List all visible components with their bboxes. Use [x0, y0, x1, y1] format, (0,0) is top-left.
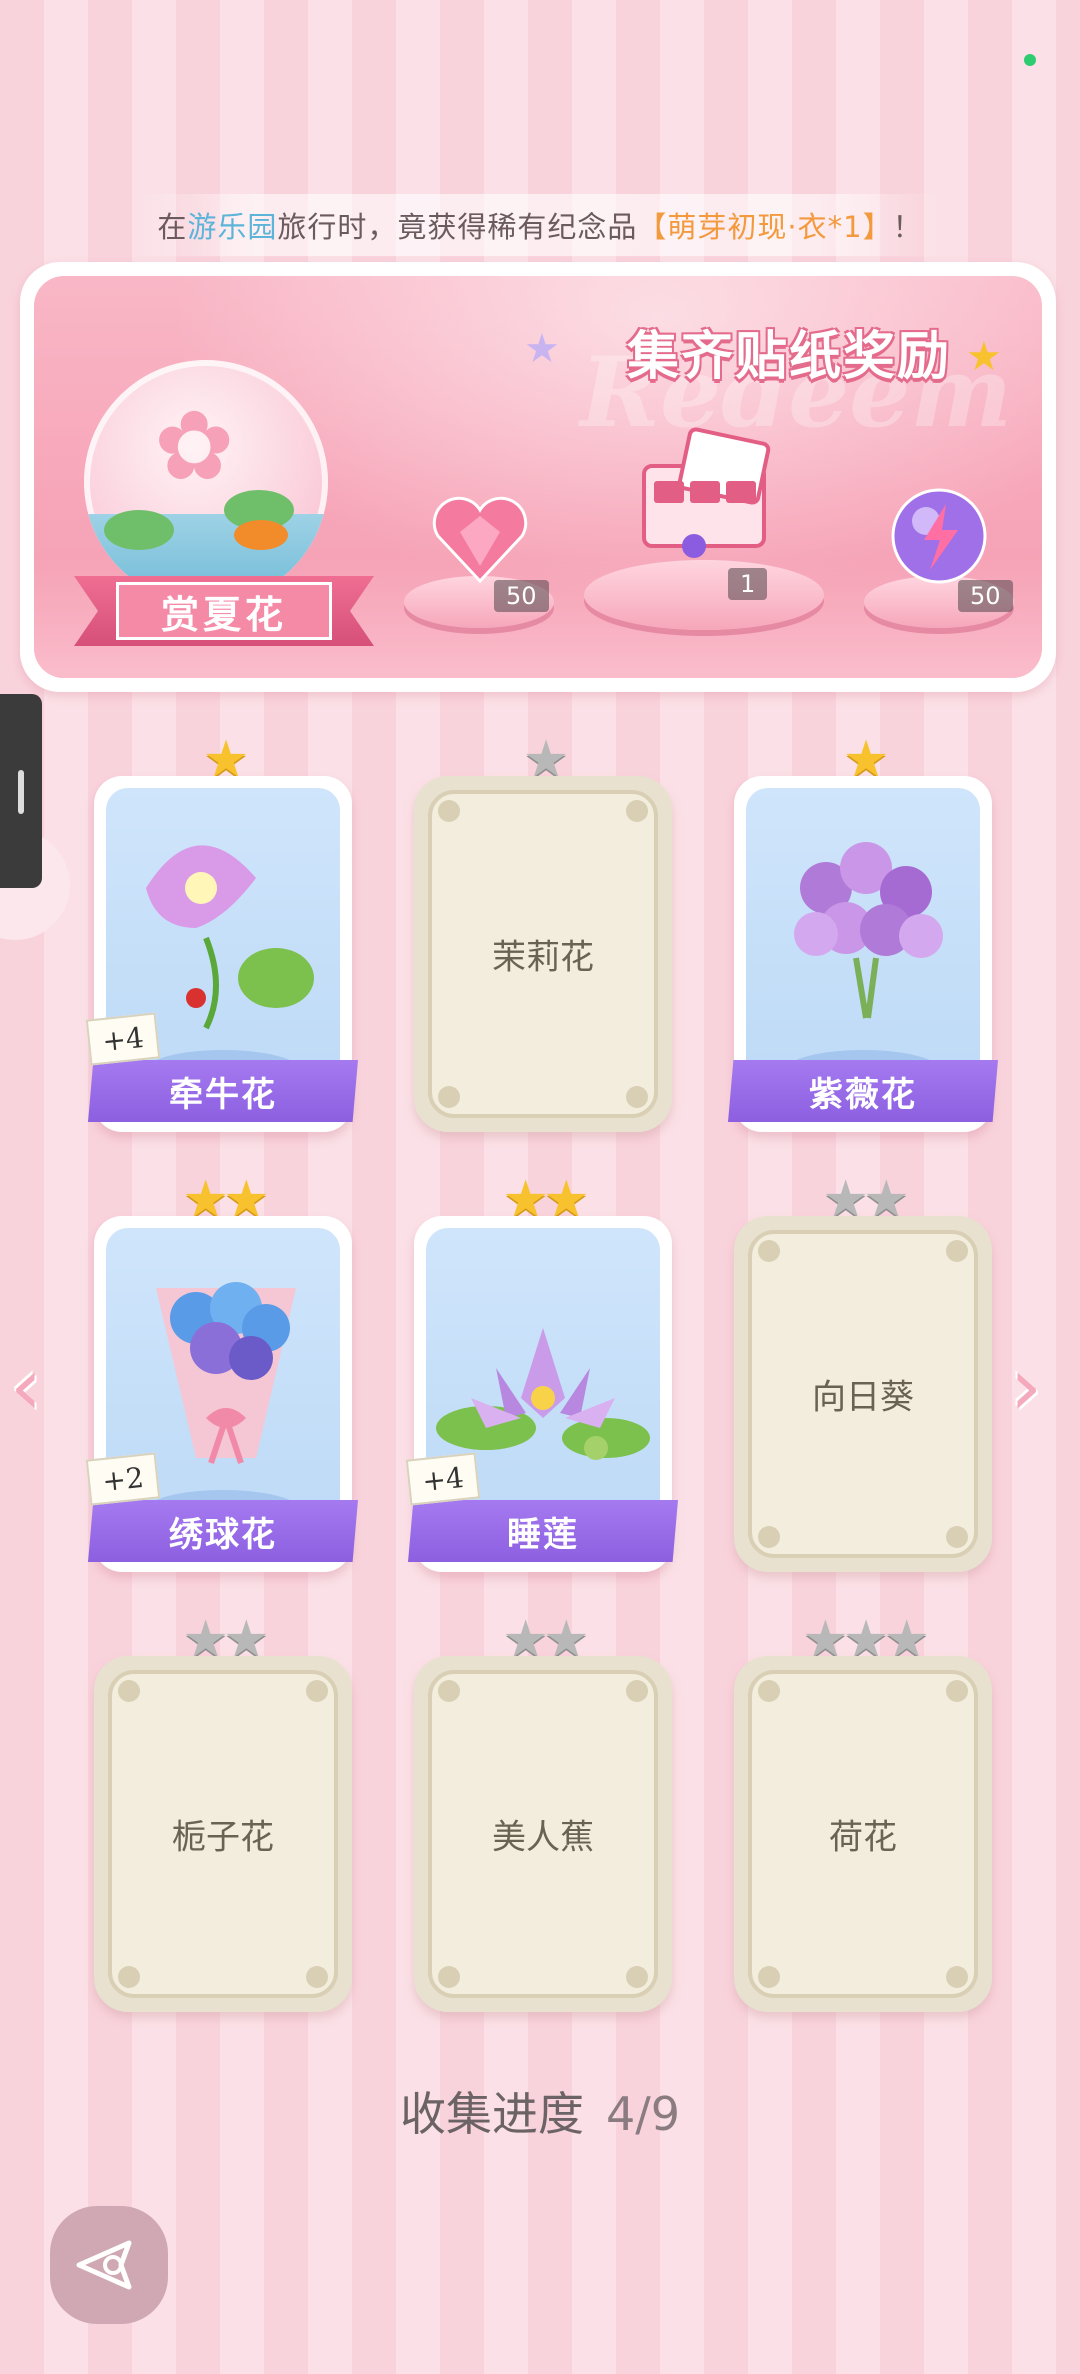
corner-ornament	[946, 1526, 968, 1548]
card-name-label: 美人蕉	[492, 1817, 594, 1858]
album-name-ribbon: 赏夏花	[74, 576, 374, 646]
card-4[interactable]: ★★ 绣球花 +2	[85, 1174, 358, 1572]
back-arrow-icon	[76, 2240, 132, 2290]
card-locked-frame: 美人蕉	[414, 1656, 672, 2012]
corner-ornament	[626, 1966, 648, 1988]
next-page-arrow-icon[interactable]: ›	[1010, 1340, 1042, 1433]
corner-ornament	[306, 1966, 328, 1988]
pedestal	[584, 560, 824, 630]
card-name-label: 紫薇花	[728, 1060, 998, 1122]
progress-value: 4/9	[605, 2087, 681, 2141]
card-locked-frame: 栀子花	[94, 1656, 352, 2012]
card-name-label: 栀子花	[172, 1817, 274, 1858]
purple-star-icon: ★	[524, 326, 560, 372]
handle-grip	[18, 770, 24, 814]
card-name-label: 荷花	[829, 1817, 897, 1858]
notification-suffix: ！	[892, 210, 923, 244]
card-9[interactable]: ★★★ 荷花	[734, 1614, 992, 2012]
goldfish-icon	[234, 520, 288, 550]
corner-ornament	[758, 1680, 780, 1702]
corner-ornament	[758, 1240, 780, 1262]
card-name-label: 牵牛花	[88, 1060, 358, 1122]
card-1[interactable]: ★ 牵牛花 +4	[85, 734, 358, 1132]
notification-item: 【萌芽初现·衣*1】	[637, 210, 893, 244]
card-8[interactable]: ★★ 美人蕉	[414, 1614, 672, 2012]
reward-count: 50	[958, 580, 1013, 612]
card-2[interactable]: ★ 茉莉花	[414, 734, 672, 1132]
status-indicator	[1024, 54, 1036, 66]
notification-banner: 在游乐园 旅行时，竟获得稀有纪念品 【萌芽初现·衣*1】！	[140, 194, 940, 256]
corner-ornament	[438, 1966, 460, 1988]
crape-myrtle-icon	[794, 842, 943, 1019]
gift-box-icon[interactable]	[624, 426, 784, 566]
corner-ornament	[118, 1680, 140, 1702]
card-name-label: 睡莲	[408, 1500, 678, 1562]
corner-ornament	[946, 1966, 968, 1988]
notification-prefix: 在	[157, 210, 188, 244]
notification-middle: 旅行时，竟获得稀有纪念品	[277, 210, 638, 244]
duplicate-count-badge: +4	[405, 1452, 481, 1506]
duplicate-count-badge: +4	[85, 1012, 161, 1066]
progress-label: 收集进度	[399, 2087, 584, 2141]
card-7[interactable]: ★★ 栀子花	[94, 1614, 352, 2012]
side-drawer-handle[interactable]	[0, 694, 42, 888]
reward-count: 50	[494, 580, 549, 612]
corner-ornament	[758, 1526, 780, 1548]
reward-count: 1	[728, 568, 768, 600]
corner-ornament	[758, 1966, 780, 1988]
corner-ornament	[438, 1086, 460, 1108]
corner-ornament	[946, 1240, 968, 1262]
album-cover-icon: ✿	[84, 360, 328, 604]
reward-title: 集齐贴纸奖励	[626, 326, 951, 387]
corner-ornament	[626, 1680, 648, 1702]
back-button[interactable]	[50, 2206, 168, 2324]
card-6[interactable]: ★★ 向日葵	[734, 1174, 992, 1572]
card-3[interactable]: ★ 紫薇花	[728, 734, 998, 1132]
morning-glory-icon	[146, 845, 314, 1030]
corner-ornament	[946, 1680, 968, 1702]
corner-ornament	[438, 800, 460, 822]
card-name-label: 茉莉花	[492, 937, 594, 978]
corner-ornament	[118, 1966, 140, 1988]
corner-ornament	[626, 800, 648, 822]
corner-ornament	[626, 1086, 648, 1108]
energy-orb-icon[interactable]	[884, 486, 994, 586]
reward-panel: Redeem ★ ★ 集齐贴纸奖励 ✿ 赏夏花 50 1 50	[20, 262, 1056, 692]
collection-progress: 收集进度 4/9	[0, 2078, 1080, 2144]
reward-panel-inner: Redeem ★ ★ 集齐贴纸奖励 ✿ 赏夏花 50 1 50	[34, 276, 1042, 678]
corner-ornament	[306, 1680, 328, 1702]
album-name: 赏夏花	[116, 582, 332, 640]
hydrangea-icon	[156, 1282, 296, 1464]
card-name-label: 向日葵	[812, 1377, 914, 1418]
card-locked-frame: 茉莉花	[414, 776, 672, 1132]
notification-place: 游乐园	[187, 210, 278, 244]
card-5[interactable]: ★★ 睡莲 +4	[405, 1174, 678, 1572]
corner-ornament	[438, 1680, 460, 1702]
heart-gem-icon[interactable]	[430, 496, 530, 586]
prev-page-arrow-icon[interactable]: ‹	[10, 1340, 42, 1433]
duplicate-count-badge: +2	[85, 1452, 161, 1506]
card-locked-frame: 向日葵	[734, 1216, 992, 1572]
lotus-icon: ✿	[154, 390, 235, 502]
card-locked-frame: 荷花	[734, 1656, 992, 2012]
lily-pad	[104, 510, 174, 550]
card-name-label: 绣球花	[88, 1500, 358, 1562]
